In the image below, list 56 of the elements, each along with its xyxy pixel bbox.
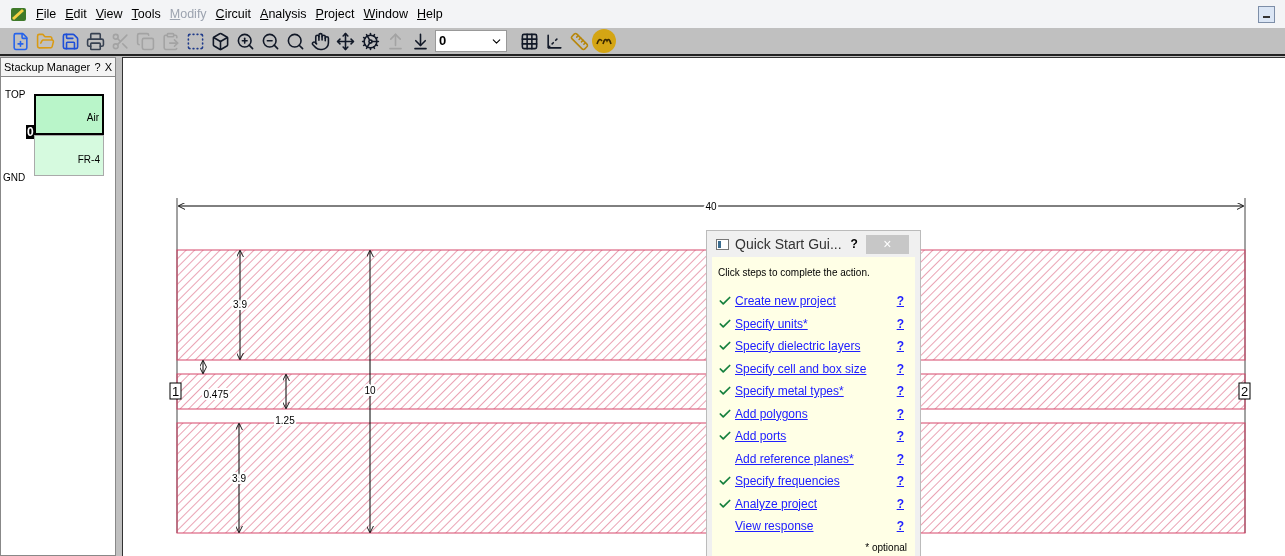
step-link[interactable]: Analyze project bbox=[735, 494, 818, 513]
dimension-label: 3.9 bbox=[232, 473, 246, 484]
app-icon bbox=[10, 5, 27, 23]
menu-item[interactable]: Analysis bbox=[260, 4, 307, 24]
step-link[interactable]: Specify cell and box size bbox=[735, 359, 867, 378]
port-marker[interactable]: 1 bbox=[169, 382, 182, 400]
level-select[interactable]: 0 bbox=[435, 30, 507, 52]
dimension-label: 40 bbox=[705, 201, 717, 212]
help-link[interactable]: ? bbox=[896, 314, 904, 333]
instruction-text: Click steps to complete the action. bbox=[718, 266, 871, 280]
step-link[interactable]: Add reference planes* bbox=[735, 449, 854, 468]
help-link[interactable]: ? bbox=[896, 404, 904, 423]
help-button[interactable]: ? bbox=[850, 235, 858, 253]
footnote: * optional bbox=[865, 540, 907, 555]
step-link[interactable]: Add polygons bbox=[735, 404, 808, 423]
step-link[interactable]: Create new project bbox=[735, 292, 836, 311]
step-link[interactable]: Add ports bbox=[735, 427, 787, 446]
gnd-label: GND bbox=[3, 171, 26, 185]
menu-item[interactable]: Circuit bbox=[215, 4, 252, 24]
help-link[interactable]: ? bbox=[896, 382, 904, 401]
dimension-label: 3.9 bbox=[233, 299, 247, 310]
help-link[interactable]: ? bbox=[896, 427, 904, 446]
menu-item[interactable]: Help bbox=[417, 4, 443, 24]
menu-item[interactable]: Edit bbox=[65, 4, 87, 24]
top-label: TOP bbox=[5, 88, 26, 102]
menu-item[interactable]: Project bbox=[315, 4, 355, 24]
help-link[interactable]: ? bbox=[896, 517, 904, 536]
menu-item[interactable]: View bbox=[95, 4, 123, 24]
step-link[interactable]: Specify dielectric layers bbox=[735, 337, 861, 356]
menu-item[interactable]: Window bbox=[363, 4, 408, 24]
step-link[interactable]: Specify metal types* bbox=[735, 382, 844, 401]
port-marker[interactable]: 2 bbox=[1238, 382, 1251, 400]
panel-title: Stackup Manager bbox=[4, 59, 91, 75]
dimension-label: 1.25 bbox=[275, 415, 295, 426]
window-icon bbox=[716, 238, 729, 250]
level-number: 0 bbox=[26, 125, 35, 139]
step-link[interactable]: Specify frequencies bbox=[735, 472, 840, 491]
close-button[interactable]: X bbox=[104, 58, 112, 76]
help-button[interactable]: ? bbox=[94, 58, 101, 76]
help-link[interactable]: ? bbox=[896, 359, 904, 378]
dimension-label: 10 bbox=[364, 385, 376, 396]
minimize-button[interactable] bbox=[1258, 5, 1275, 23]
menu-item[interactable]: Tools bbox=[131, 4, 161, 24]
help-link[interactable]: ? bbox=[896, 449, 904, 468]
dielectric-layer[interactable]: FR-4 bbox=[34, 135, 104, 176]
help-link[interactable]: ? bbox=[896, 292, 904, 311]
help-link[interactable]: ? bbox=[896, 472, 904, 491]
em-icon[interactable] bbox=[592, 29, 616, 53]
step-link[interactable]: Specify units* bbox=[735, 314, 808, 333]
help-link[interactable]: ? bbox=[896, 494, 904, 513]
step-link[interactable]: View response bbox=[735, 517, 814, 536]
dialog-title: Quick Start Gui... bbox=[735, 234, 842, 254]
menu-item[interactable]: File bbox=[36, 4, 57, 24]
dimension-label: 0.475 bbox=[203, 389, 229, 400]
dielectric-layer[interactable]: Air bbox=[34, 94, 104, 135]
help-link[interactable]: ? bbox=[896, 337, 904, 356]
